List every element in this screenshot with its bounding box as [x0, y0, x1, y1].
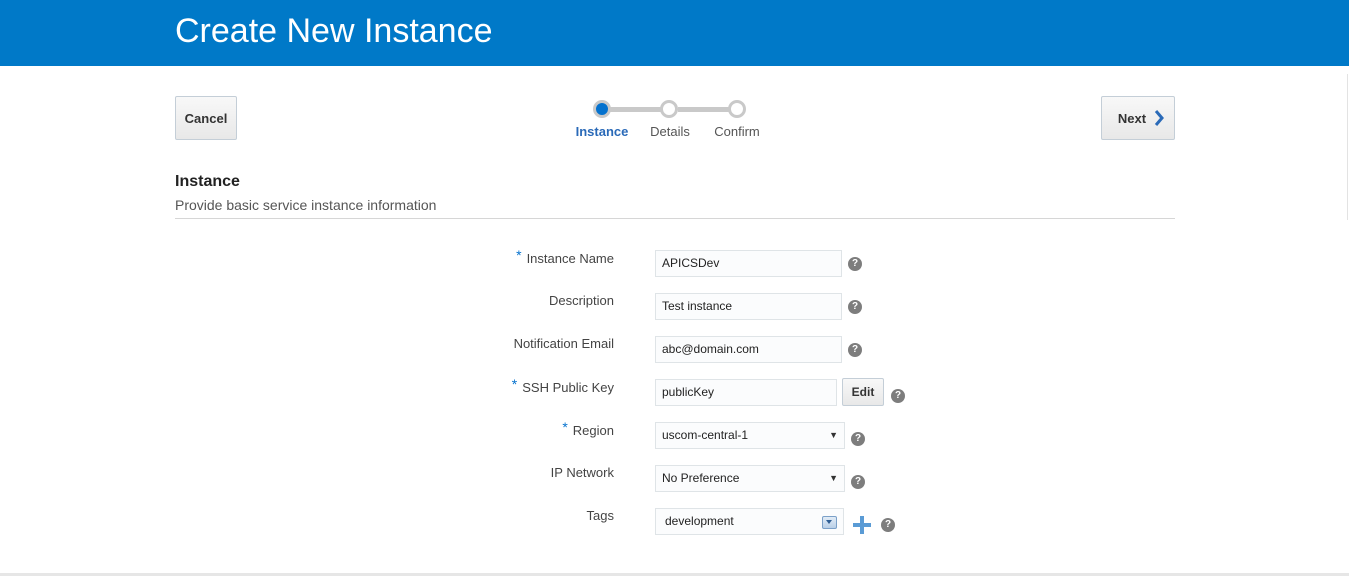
- next-button[interactable]: Next: [1101, 96, 1175, 140]
- edit-ssh-key-button[interactable]: Edit: [842, 378, 884, 406]
- required-marker: *: [511, 376, 518, 392]
- chevron-down-icon: ▼: [829, 473, 838, 483]
- ip-network-select[interactable]: No Preference ▼: [655, 465, 845, 492]
- ssh-public-key-label: * SSH Public Key: [511, 376, 614, 395]
- notification-email-row: Notification Email abc@domain.com ?: [0, 336, 1349, 366]
- step-confirm-label[interactable]: Confirm: [714, 124, 760, 139]
- instance-name-input[interactable]: APICSDev: [655, 250, 842, 277]
- plus-icon[interactable]: [853, 516, 871, 534]
- page-header: Create New Instance: [0, 0, 1349, 66]
- step-confirm-marker[interactable]: [728, 100, 746, 118]
- ip-network-row: IP Network No Preference ▼ ?: [0, 465, 1349, 495]
- step-details-marker[interactable]: [660, 100, 678, 118]
- dropdown-icon[interactable]: [822, 516, 837, 529]
- ip-network-select-value: No Preference: [662, 471, 740, 485]
- scroll-edge: [1347, 74, 1348, 220]
- region-select-value: uscom-central-1: [662, 428, 749, 442]
- step-train: Instance Details Confirm: [560, 96, 800, 146]
- region-label: * Region: [562, 419, 614, 438]
- ssh-public-key-input[interactable]: publicKey: [655, 379, 837, 406]
- chevron-right-icon: [1154, 110, 1165, 126]
- edit-button-label: Edit: [851, 385, 875, 399]
- help-icon[interactable]: ?: [891, 389, 905, 403]
- section-divider: [175, 218, 1175, 219]
- required-marker: *: [516, 247, 522, 263]
- notification-email-input[interactable]: abc@domain.com: [655, 336, 842, 363]
- help-icon[interactable]: ?: [848, 257, 862, 271]
- page-title: Create New Instance: [175, 12, 493, 50]
- tags-combobox[interactable]: development: [655, 508, 844, 535]
- ssh-public-key-row: * SSH Public Key publicKey Edit ?: [0, 376, 1349, 409]
- instance-name-label: * Instance Name: [516, 247, 614, 266]
- cancel-button[interactable]: Cancel: [175, 96, 237, 140]
- section-subtitle: Provide basic service instance informati…: [175, 197, 437, 213]
- region-select[interactable]: uscom-central-1 ▼: [655, 422, 845, 449]
- tags-label: Tags: [586, 508, 614, 523]
- step-details-label[interactable]: Details: [650, 124, 690, 139]
- help-icon[interactable]: ?: [851, 475, 865, 489]
- ip-network-label: IP Network: [550, 465, 614, 480]
- required-marker: *: [562, 419, 568, 435]
- step-instance-marker[interactable]: [593, 100, 611, 118]
- instance-name-row: * Instance Name APICSDev ?: [0, 247, 1349, 280]
- cancel-button-label: Cancel: [184, 110, 228, 126]
- help-icon[interactable]: ?: [848, 343, 862, 357]
- description-input[interactable]: Test instance: [655, 293, 842, 320]
- notification-email-label: Notification Email: [513, 336, 614, 351]
- description-label: Description: [548, 293, 614, 308]
- tags-value: development: [665, 514, 734, 528]
- tags-row: Tags development ?: [0, 508, 1349, 538]
- section-title: Instance: [175, 173, 240, 190]
- next-button-label: Next: [1117, 110, 1147, 126]
- description-row: Description Test instance ?: [0, 293, 1349, 323]
- region-row: * Region uscom-central-1 ▼ ?: [0, 419, 1349, 452]
- chevron-down-icon: ▼: [829, 430, 838, 440]
- help-icon[interactable]: ?: [851, 432, 865, 446]
- help-icon[interactable]: ?: [881, 518, 895, 532]
- help-icon[interactable]: ?: [848, 300, 862, 314]
- step-instance-label[interactable]: Instance: [576, 124, 629, 139]
